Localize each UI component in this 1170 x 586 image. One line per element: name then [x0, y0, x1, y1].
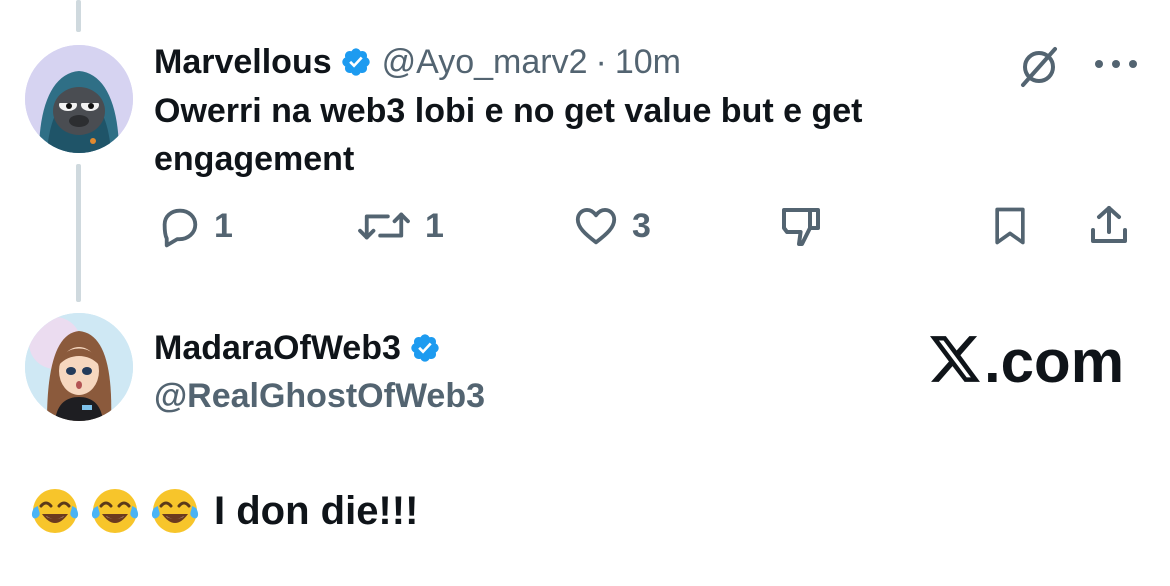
like-count: 3	[632, 207, 651, 245]
grok-icon[interactable]	[1013, 41, 1065, 93]
quoted-user-block: MadaraOfWeb3 @RealGhostOfWeb3	[154, 328, 485, 416]
retweet-icon	[355, 203, 413, 249]
tweet-text: Owerri na web3 lobi e no get value but e…	[154, 92, 863, 178]
reply-text: I don die!!!	[214, 489, 419, 533]
x-logo-icon	[930, 330, 980, 394]
face-with-tears-of-joy-icon	[150, 486, 200, 536]
verified-badge-icon	[340, 46, 372, 78]
retweet-button[interactable]: 1	[355, 200, 444, 252]
verified-badge-icon	[409, 332, 441, 364]
speech-bubble-icon	[156, 203, 202, 249]
face-with-tears-of-joy-icon	[30, 486, 80, 536]
heart-icon	[572, 203, 620, 249]
reply-button[interactable]: 1	[156, 200, 233, 252]
bookmark-button[interactable]	[988, 200, 1032, 252]
user-display-name[interactable]: MadaraOfWeb3	[154, 328, 401, 368]
face-with-tears-of-joy-icon	[90, 486, 140, 536]
x-com-watermark: .com	[930, 330, 1124, 394]
more-dots-icon[interactable]	[1090, 42, 1142, 86]
tweet-header: Marvellous @Ayo_marv2 · 10m	[154, 42, 681, 82]
bookmark-icon	[988, 202, 1032, 250]
user-handle[interactable]: @RealGhostOfWeb3	[154, 376, 485, 416]
separator-dot: ·	[595, 43, 607, 81]
avatar[interactable]	[25, 45, 133, 153]
share-icon	[1085, 202, 1133, 250]
author-display-name[interactable]: Marvellous	[154, 42, 332, 82]
like-button[interactable]: 3	[572, 200, 651, 252]
dislike-button[interactable]	[778, 200, 826, 252]
reply-line: I don die!!!	[30, 486, 418, 536]
thumbs-down-icon	[778, 202, 826, 250]
thread-connector-top	[76, 0, 81, 32]
brand-domain: .com	[984, 328, 1125, 395]
reply-count: 1	[214, 207, 233, 245]
retweet-count: 1	[425, 207, 444, 245]
tweet-actions: 1 1 3	[0, 200, 1170, 252]
timestamp[interactable]: 10m	[615, 42, 681, 82]
share-button[interactable]	[1085, 200, 1133, 252]
author-handle[interactable]: @Ayo_marv2	[382, 42, 588, 82]
avatar[interactable]	[25, 313, 133, 421]
